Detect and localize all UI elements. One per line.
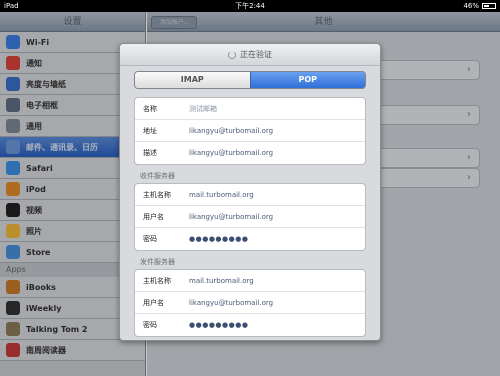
status-bar: iPad 下午2:44 46% — [0, 0, 500, 12]
outgoing-username-row[interactable]: 用户名 likangyu@turbomail.org — [135, 292, 365, 314]
outgoing-server-group: 主机名称 mail.turbomail.org 用户名 likangyu@tur… — [134, 269, 366, 337]
outgoing-username-field[interactable]: likangyu@turbomail.org — [185, 299, 273, 307]
outgoing-password-row[interactable]: 密码 ●●●●●●●●● — [135, 314, 365, 336]
incoming-host-field[interactable]: mail.turbomail.org — [185, 191, 254, 199]
incoming-username-field[interactable]: likangyu@turbomail.org — [185, 213, 273, 221]
incoming-server-label: 收件服务器 — [140, 172, 175, 180]
incoming-password-row[interactable]: 密码 ●●●●●●●●● — [135, 228, 365, 250]
protocol-segmented-control: IMAP POP — [134, 71, 366, 89]
battery-percent: 46% — [463, 2, 479, 10]
account-address-row[interactable]: 地址 likangyu@turbomail.org — [135, 120, 365, 142]
outgoing-host-row[interactable]: 主机名称 mail.turbomail.org — [135, 270, 365, 292]
verifying-dialog: 正在验证 IMAP POP 名称 测试邮箱 地址 likangyu@turbom… — [119, 43, 381, 341]
account-info-group: 名称 测试邮箱 地址 likangyu@turbomail.org 描述 lik… — [134, 97, 366, 165]
battery-icon — [482, 3, 496, 9]
account-name-field[interactable]: 测试邮箱 — [185, 104, 217, 114]
outgoing-password-field[interactable]: ●●●●●●●●● — [185, 321, 248, 329]
incoming-password-field[interactable]: ●●●●●●●●● — [185, 235, 248, 243]
field-label: 用户名 — [143, 212, 164, 221]
field-label: 密码 — [143, 321, 157, 329]
tab-imap[interactable]: IMAP — [135, 72, 250, 88]
outgoing-host-field[interactable]: mail.turbomail.org — [185, 277, 254, 285]
outgoing-server-label: 发件服务器 — [140, 258, 175, 266]
address-field[interactable]: likangyu@turbomail.org — [185, 127, 273, 135]
field-label: 密码 — [143, 235, 157, 243]
incoming-host-row[interactable]: 主机名称 mail.turbomail.org — [135, 184, 365, 206]
dialog-title: 正在验证 — [240, 50, 272, 59]
battery-indicator: 46% — [463, 0, 496, 12]
field-label: 描述 — [143, 149, 157, 157]
account-name-row[interactable]: 名称 测试邮箱 — [135, 98, 365, 120]
description-field[interactable]: likangyu@turbomail.org — [185, 149, 273, 157]
field-label: 用户名 — [143, 298, 164, 307]
account-description-row[interactable]: 描述 likangyu@turbomail.org — [135, 142, 365, 164]
field-label: 主机名称 — [143, 276, 171, 285]
clock: 下午2:44 — [235, 2, 265, 10]
field-label: 名称 — [143, 104, 157, 113]
dialog-header: 正在验证 — [120, 44, 380, 66]
tab-pop[interactable]: POP — [249, 72, 365, 88]
incoming-server-group: 主机名称 mail.turbomail.org 用户名 likangyu@tur… — [134, 183, 366, 251]
field-label: 地址 — [143, 126, 157, 135]
incoming-username-row[interactable]: 用户名 likangyu@turbomail.org — [135, 206, 365, 228]
spinner-icon — [228, 50, 236, 59]
field-label: 主机名称 — [143, 190, 171, 199]
